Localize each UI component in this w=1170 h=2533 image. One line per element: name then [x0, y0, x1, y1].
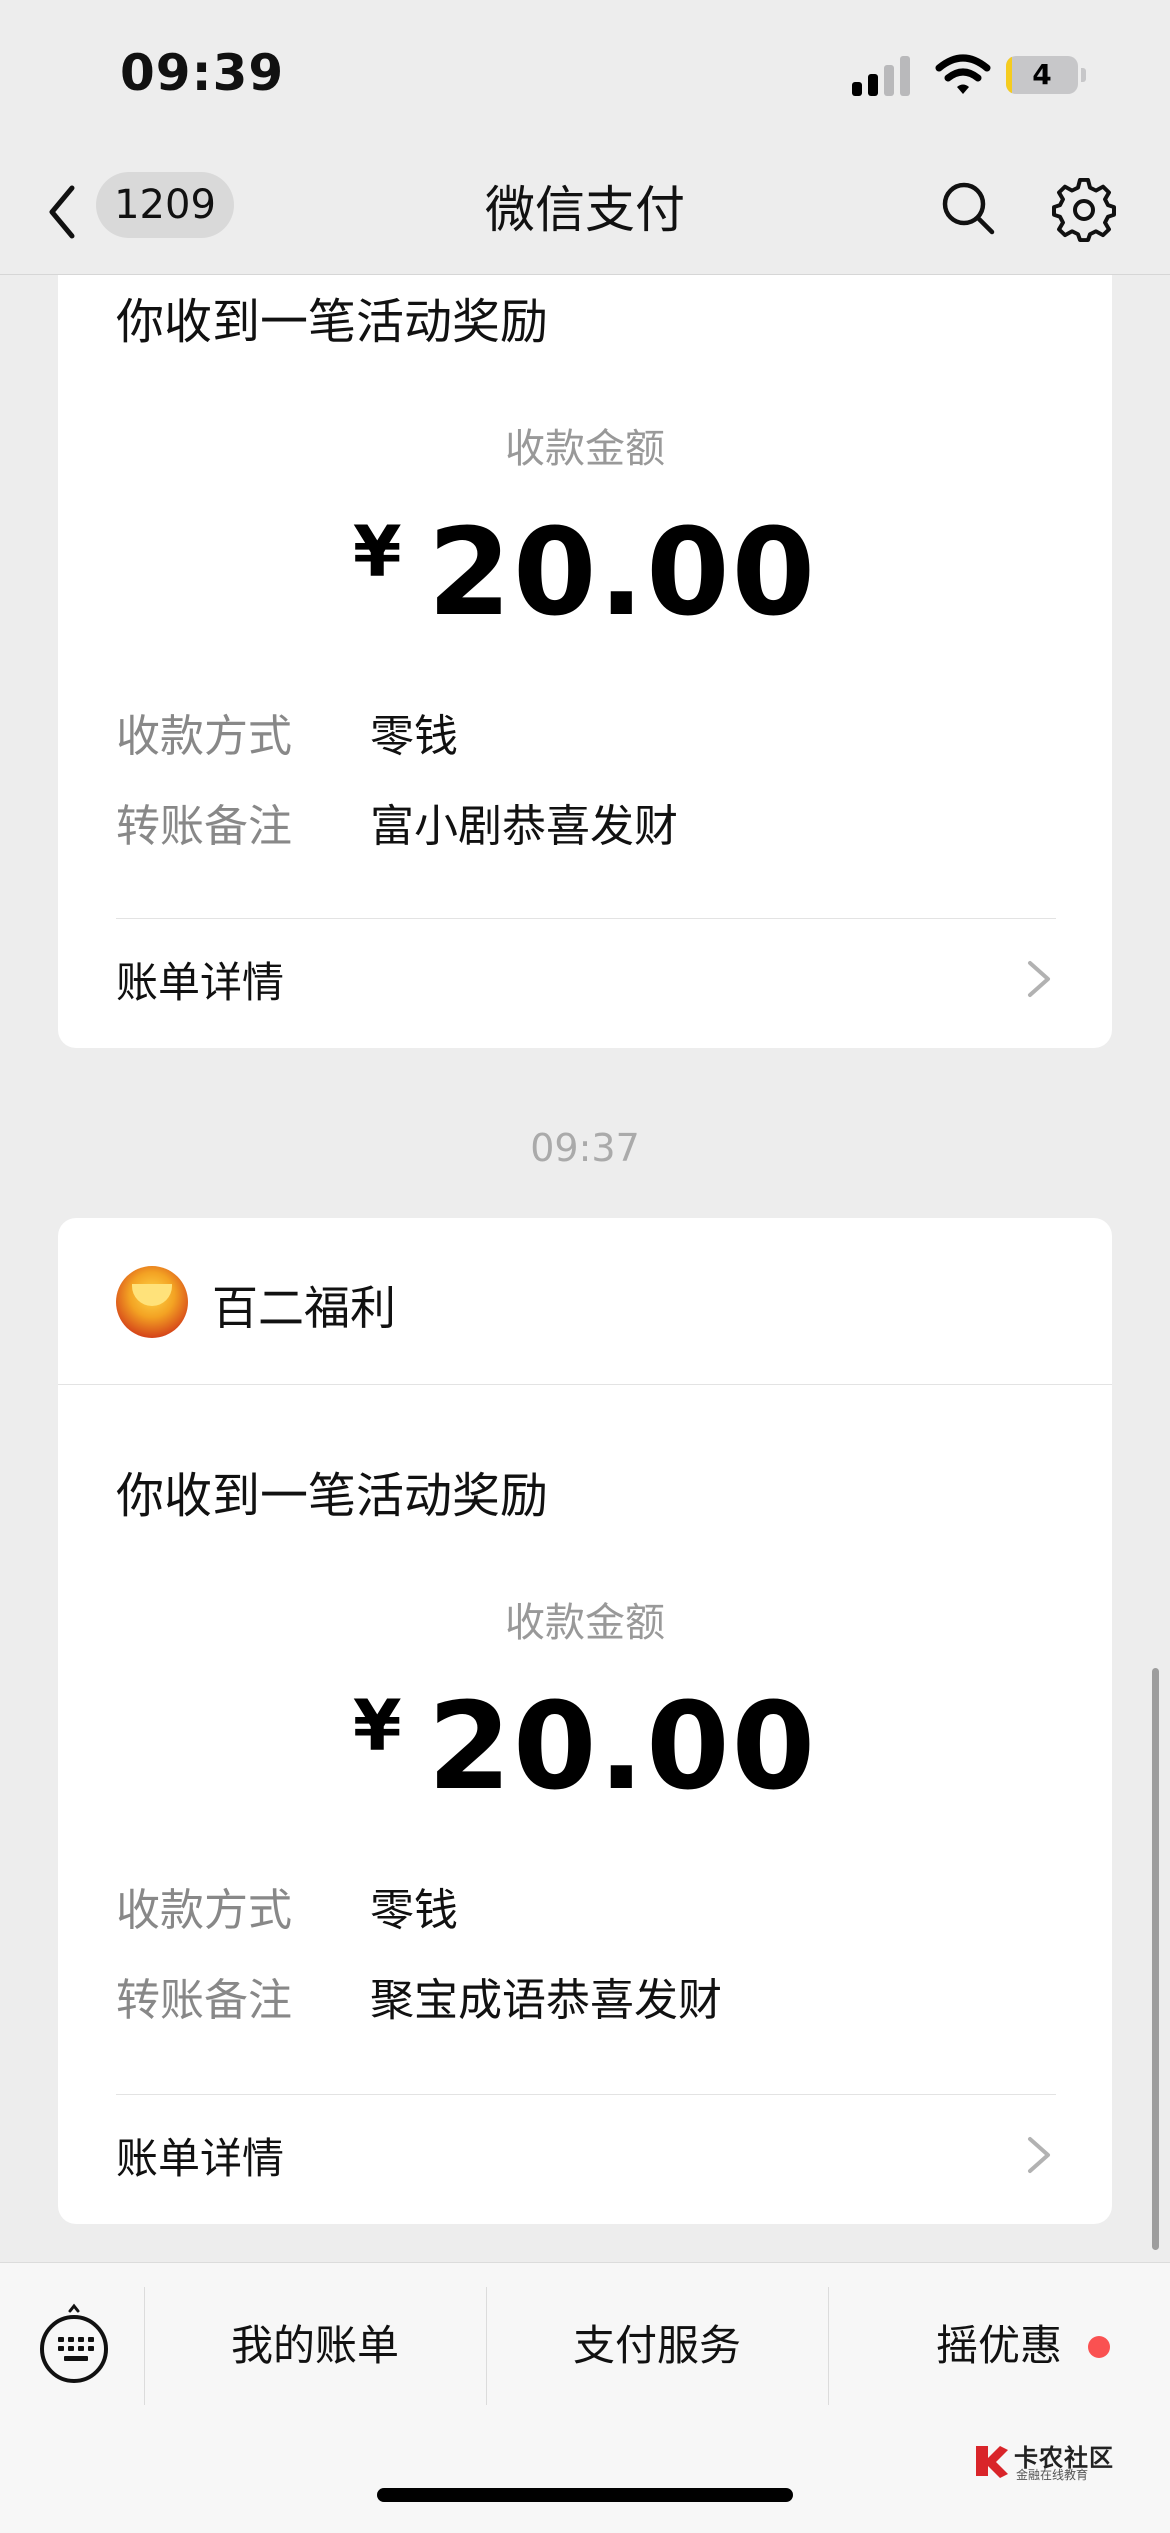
battery-level: 4 [1032, 58, 1052, 91]
search-icon[interactable] [938, 178, 998, 238]
amount-value: ¥20.00 [58, 1678, 1112, 1817]
battery-icon: 4 [1006, 56, 1088, 96]
payment-method-label: 收款方式 [116, 1885, 292, 1936]
currency-symbol: ¥ [352, 511, 402, 593]
message-title: 你收到一笔活动奖励 [116, 1468, 549, 1524]
scrollbar[interactable] [1152, 1668, 1159, 2250]
chevron-right-icon [1028, 2137, 1050, 2173]
menu-my-bills[interactable]: 我的账单 [145, 2293, 485, 2399]
chevron-right-icon [1028, 961, 1050, 997]
payment-message-card: 百二福利 你收到一笔活动奖励 收款金额 ¥20.00 收款方式 零钱 转账备注 … [58, 1218, 1112, 2224]
transfer-note-value: 聚宝成语恭喜发财 [370, 1975, 722, 2026]
bill-details-link[interactable]: 账单详情 [58, 919, 1112, 1039]
wifi-icon [935, 54, 991, 94]
bill-details-label: 账单详情 [116, 2134, 285, 2183]
home-indicator[interactable] [377, 2488, 793, 2502]
payment-method-value: 零钱 [370, 1885, 458, 1936]
merchant-avatar [116, 1266, 188, 1338]
menu-payment-services[interactable]: 支付服务 [487, 2293, 827, 2399]
settings-gear-icon[interactable] [1052, 178, 1116, 242]
status-time: 09:39 [120, 44, 285, 102]
transfer-note-value: 富小剧恭喜发财 [370, 801, 678, 852]
payment-method-value: 零钱 [370, 711, 458, 762]
payment-method-label: 收款方式 [116, 711, 292, 762]
notification-dot [1088, 2336, 1110, 2358]
merchant-name: 百二福利 [212, 1281, 396, 1335]
watermark: 卡农社区 金融在线教育 [972, 2436, 1113, 2484]
payment-message-card: 你收到一笔活动奖励 收款金额 ¥20.00 收款方式 零钱 转账备注 富小剧恭喜… [58, 200, 1112, 1048]
transfer-note-label: 转账备注 [116, 801, 292, 852]
amount-caption: 收款金额 [505, 426, 665, 472]
cellular-signal-icon [852, 56, 910, 96]
message-timestamp: 09:37 [530, 1126, 640, 1170]
transfer-note-label: 转账备注 [116, 1975, 292, 2026]
menu-shake-discounts[interactable]: 摇优惠 [829, 2293, 1169, 2399]
amount-caption: 收款金额 [505, 1600, 665, 1646]
merchant-header[interactable]: 百二福利 [58, 1218, 1112, 1385]
message-title: 你收到一笔活动奖励 [116, 294, 549, 350]
amount-value: ¥20.00 [58, 504, 1112, 643]
watermark-subtitle: 金融在线教育 [1016, 2468, 1089, 2482]
nav-bar: 1209 微信支付 [0, 150, 1170, 275]
bill-details-link[interactable]: 账单详情 [58, 2095, 1112, 2215]
status-bar: 09:39 4 [0, 0, 1170, 150]
bill-details-label: 账单详情 [116, 958, 285, 1007]
amount-number: 20.00 [427, 504, 818, 643]
amount-number: 20.00 [427, 1678, 818, 1817]
currency-symbol: ¥ [352, 1685, 402, 1767]
keyboard-toggle-icon[interactable] [38, 2303, 110, 2383]
watermark-logo-icon [976, 2446, 1008, 2478]
